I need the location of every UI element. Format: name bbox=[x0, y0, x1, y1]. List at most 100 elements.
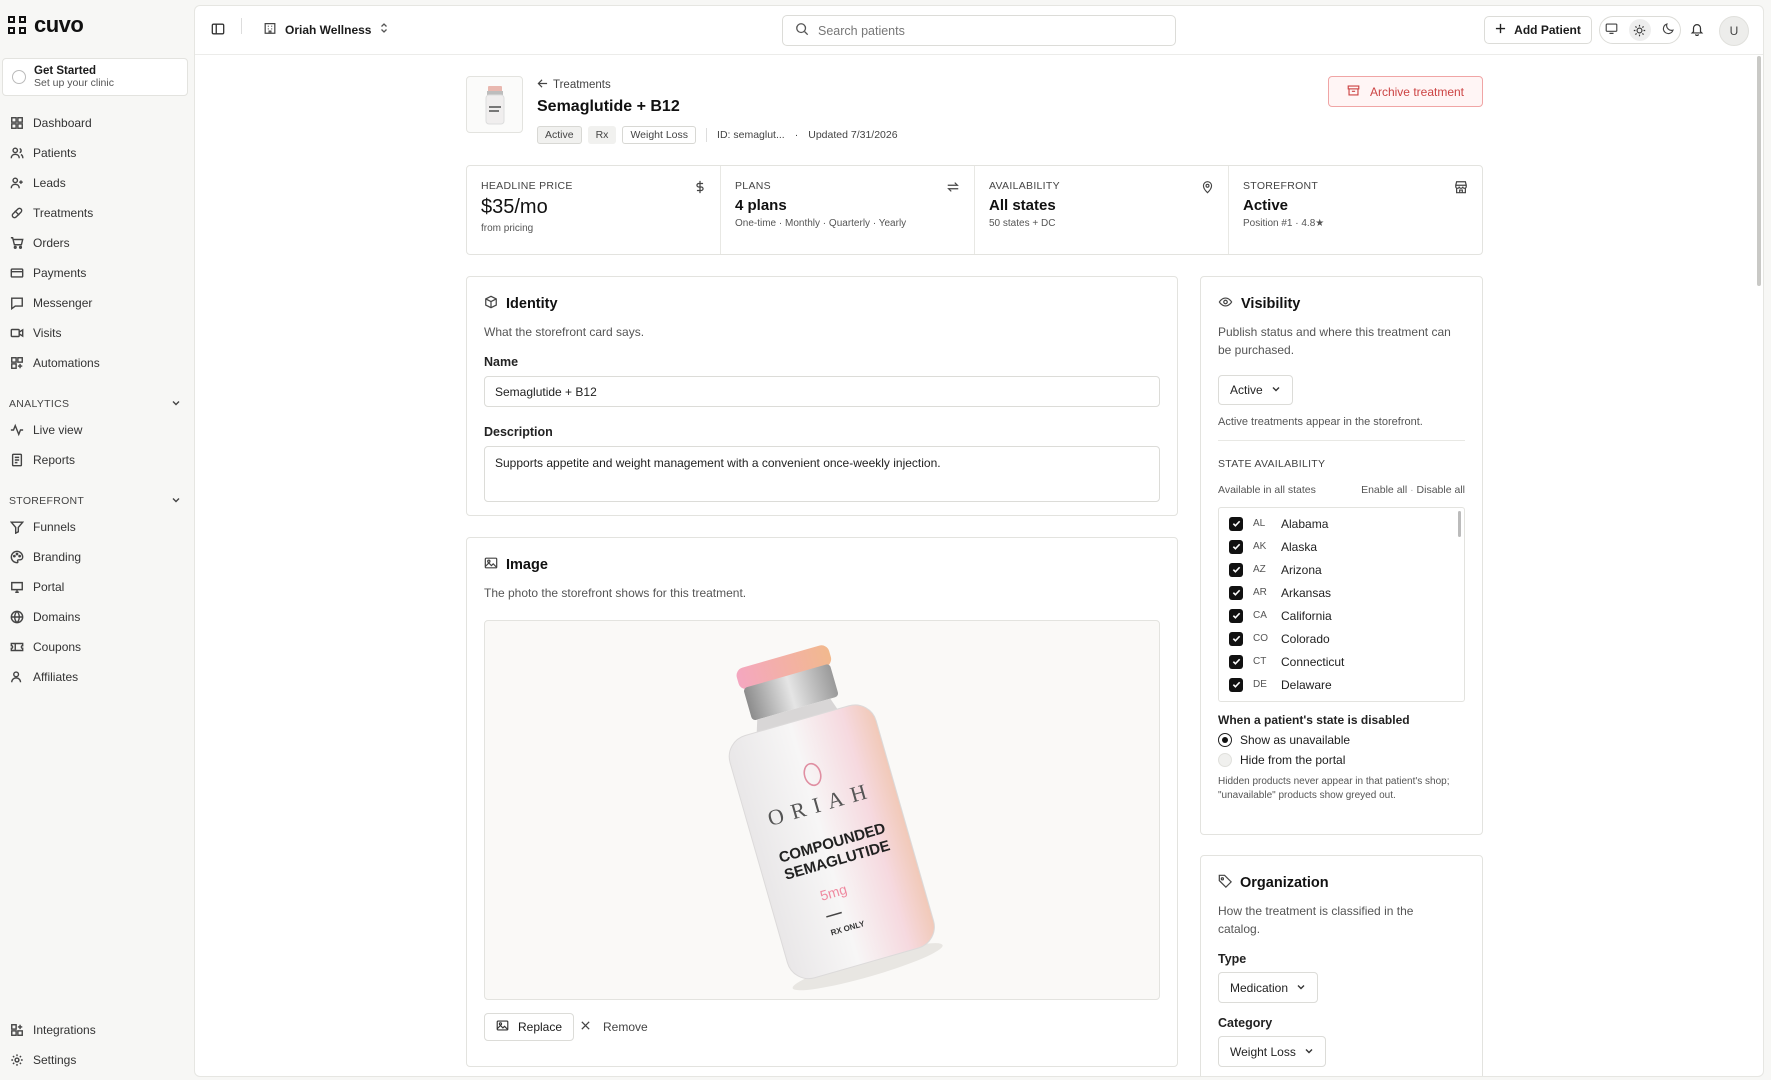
sidebar-item-coupons[interactable]: Coupons bbox=[10, 636, 81, 658]
sidebar-item-reports[interactable]: Reports bbox=[10, 449, 75, 471]
sun-icon[interactable] bbox=[1628, 19, 1651, 41]
avatar[interactable]: U bbox=[1719, 16, 1749, 46]
sidebar-item-payments[interactable]: Payments bbox=[10, 262, 86, 284]
name-label: Name bbox=[484, 355, 519, 369]
sidebar-item-patients[interactable]: Patients bbox=[10, 142, 76, 164]
category-dropdown[interactable]: Weight Loss bbox=[1218, 1036, 1326, 1067]
sidebar-item-treatments[interactable]: Treatments bbox=[10, 202, 93, 224]
sidebar-item-label: Patients bbox=[33, 146, 77, 160]
building-icon bbox=[263, 21, 277, 38]
stat-headline-price[interactable]: HEADLINE PRICE $35/mo from pricing bbox=[467, 166, 721, 254]
sidebar-item-leads[interactable]: Leads bbox=[10, 172, 66, 194]
archive-treatment-button[interactable]: Archive treatment bbox=[1328, 76, 1483, 107]
breadcrumb[interactable]: Treatments bbox=[537, 78, 611, 92]
status-note: Active treatments appear in the storefro… bbox=[1218, 416, 1423, 428]
sidebar-item-integrations[interactable]: Integrations bbox=[10, 1019, 96, 1041]
portal-icon bbox=[11, 581, 23, 593]
sidebar-item-branding[interactable]: Branding bbox=[10, 546, 81, 568]
video-icon bbox=[10, 328, 24, 338]
analytics-section-header[interactable]: ANALYTICS bbox=[9, 398, 181, 411]
sidebar-toggle-icon[interactable] bbox=[211, 22, 225, 39]
checkbox-checked[interactable] bbox=[1229, 677, 1243, 692]
state-row-co[interactable]: CO Colorado bbox=[1229, 627, 1454, 650]
sidebar-item-settings[interactable]: Settings bbox=[10, 1049, 76, 1071]
checkbox-checked[interactable] bbox=[1229, 631, 1243, 646]
breadcrumb-link[interactable]: Treatments bbox=[553, 79, 611, 91]
sidebar-item-live-view[interactable]: Live view bbox=[10, 419, 82, 441]
sidebar-item-visits[interactable]: Visits bbox=[10, 322, 61, 344]
treatment-thumbnail bbox=[466, 76, 523, 133]
sidebar-item-domains[interactable]: Domains bbox=[10, 606, 80, 628]
image-icon bbox=[496, 1019, 509, 1035]
divider bbox=[706, 128, 708, 142]
state-list[interactable]: AL Alabama AK Alaska AZ Arizona AR Arkansas … bbox=[1218, 507, 1465, 702]
description-textarea[interactable]: Supports appetite and weight management … bbox=[484, 446, 1160, 502]
type-label: Type bbox=[1218, 952, 1247, 966]
org-switcher[interactable]: Oriah Wellness bbox=[263, 21, 389, 38]
option-hide-from-portal[interactable]: Hide from the portal bbox=[1218, 753, 1465, 767]
stat-value: All states bbox=[989, 197, 1056, 214]
card-title: Visibility bbox=[1241, 296, 1301, 312]
disable-all-button[interactable]: Disable all bbox=[1417, 484, 1465, 496]
type-dropdown[interactable]: Medication bbox=[1218, 972, 1319, 1003]
radio-unselected[interactable] bbox=[1218, 753, 1232, 767]
state-row-ct[interactable]: CT Connecticut bbox=[1229, 650, 1454, 673]
replace-image-button[interactable]: Replace bbox=[484, 1013, 575, 1041]
treatment-id[interactable]: ID: semaglut... bbox=[717, 129, 785, 141]
add-patient-button[interactable]: Add Patient bbox=[1484, 16, 1592, 44]
brand-logo[interactable]: cuvo bbox=[8, 12, 84, 38]
state-name: California bbox=[1281, 608, 1332, 623]
name-input[interactable]: Semaglutide + B12 bbox=[484, 376, 1160, 407]
box-icon bbox=[484, 295, 498, 313]
moon-icon[interactable] bbox=[1662, 22, 1675, 38]
chevron-down-icon bbox=[171, 495, 181, 508]
sidebar-item-label: Coupons bbox=[33, 640, 82, 654]
rx-badge: Rx bbox=[587, 126, 617, 144]
option-show-unavailable[interactable]: Show as unavailable bbox=[1218, 733, 1465, 747]
stat-availability[interactable]: AVAILABILITY All states 50 states + DC bbox=[975, 166, 1229, 254]
checkbox-checked[interactable] bbox=[1229, 562, 1243, 577]
image-preview[interactable]: ORIAH COMPOUNDED SEMAGLUTIDE 5mg RX ONLY bbox=[484, 620, 1160, 1000]
monitor-icon[interactable] bbox=[1605, 22, 1618, 38]
sidebar-item-portal[interactable]: Portal bbox=[10, 576, 64, 598]
checkbox-checked[interactable] bbox=[1229, 654, 1243, 669]
enable-all-button[interactable]: Enable all bbox=[1361, 484, 1407, 496]
sidebar-item-label: Live view bbox=[33, 423, 83, 437]
sidebar-item-automations[interactable]: Automations bbox=[10, 352, 100, 374]
stat-plans[interactable]: PLANS 4 plans One-time · Monthly · Quart… bbox=[721, 166, 975, 254]
scrollbar[interactable] bbox=[1458, 511, 1461, 537]
storefront-section-header[interactable]: STOREFRONT bbox=[9, 495, 181, 508]
status-dropdown[interactable]: Active bbox=[1218, 375, 1293, 405]
checkbox-checked[interactable] bbox=[1229, 516, 1243, 531]
radio-selected[interactable] bbox=[1218, 733, 1232, 747]
state-row-ca[interactable]: CA California bbox=[1229, 604, 1454, 627]
stat-storefront[interactable]: STOREFRONT Active Position #1 · 4.8★ bbox=[1229, 166, 1482, 254]
sidebar-item-label: Settings bbox=[33, 1053, 77, 1067]
sidebar-item-dashboard[interactable]: Dashboard bbox=[10, 112, 92, 134]
sidebar-item-orders[interactable]: Orders bbox=[10, 232, 70, 254]
theme-switcher[interactable] bbox=[1599, 16, 1681, 44]
state-name: Arkansas bbox=[1281, 585, 1332, 600]
organization-card: Organization How the treatment is classi… bbox=[1200, 855, 1483, 1076]
remove-image-button[interactable]: Remove bbox=[580, 1013, 648, 1041]
stat-label: AVAILABILITY bbox=[989, 180, 1060, 192]
state-row-az[interactable]: AZ Arizona bbox=[1229, 558, 1454, 581]
get-started-card[interactable]: Get Started Set up your clinic bbox=[2, 58, 188, 96]
checkbox-checked[interactable] bbox=[1229, 585, 1243, 600]
sidebar-item-messenger[interactable]: Messenger bbox=[10, 292, 92, 314]
state-row-ar[interactable]: AR Arkansas bbox=[1229, 581, 1454, 604]
scrollbar[interactable] bbox=[1757, 56, 1761, 286]
state-row-al[interactable]: AL Alabama bbox=[1229, 512, 1454, 535]
checkbox-checked[interactable] bbox=[1229, 539, 1243, 554]
checkbox-checked[interactable] bbox=[1229, 608, 1243, 623]
search-input[interactable]: Search patients bbox=[782, 15, 1176, 46]
state-row-de[interactable]: DE Delaware bbox=[1229, 673, 1454, 696]
sidebar-item-affiliates[interactable]: Affiliates bbox=[10, 666, 78, 688]
archive-label: Archive treatment bbox=[1369, 84, 1465, 99]
divider bbox=[1218, 440, 1465, 441]
sidebar-item-funnels[interactable]: Funnels bbox=[10, 516, 76, 538]
bell-icon[interactable] bbox=[1690, 22, 1704, 39]
palette-icon bbox=[10, 550, 24, 564]
eye-icon bbox=[1218, 295, 1233, 313]
state-row-ak[interactable]: AK Alaska bbox=[1229, 535, 1454, 558]
